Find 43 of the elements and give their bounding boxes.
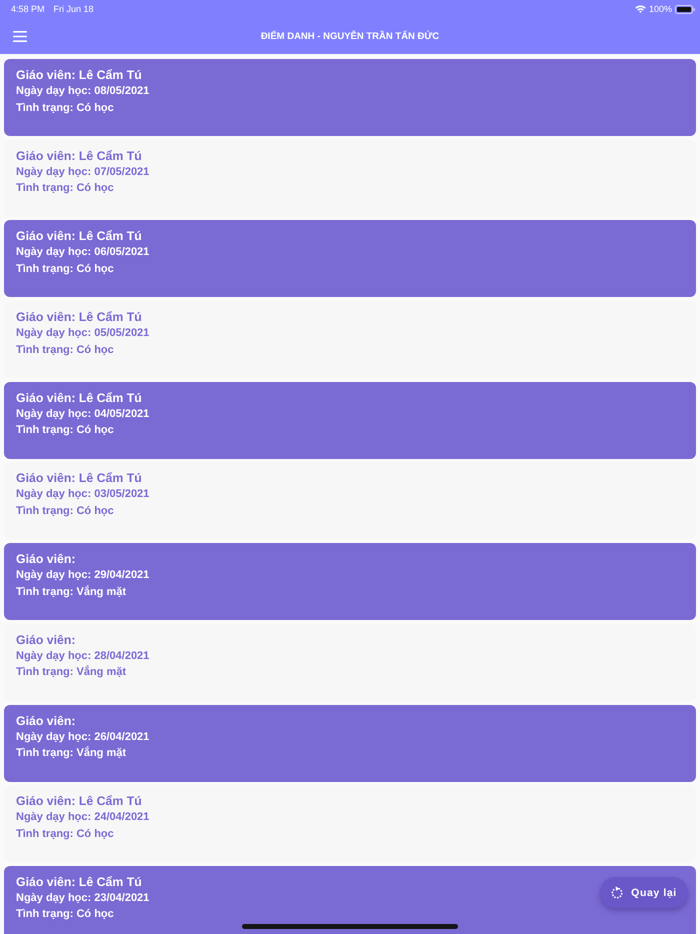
status-time: 4:58 PM	[11, 4, 45, 14]
screen-title: ĐIỂM DANH - NGUYỄN TRẦN TẤN ĐỨC	[260, 30, 440, 42]
date-text: Ngày dạy học: 26/04/2021	[16, 730, 150, 744]
wifi-icon	[634, 5, 646, 13]
status-text: Tình trạng: Có học	[16, 826, 114, 842]
date-text: Ngày dạy học: 06/05/2021	[16, 245, 150, 260]
back-button[interactable]: Quay lại	[600, 877, 688, 908]
status-text: Tình trạng: Có học	[16, 181, 114, 196]
teacher-text: Giáo viên: Lê Cẩm Tú	[16, 390, 142, 406]
status-text: Tình trạng: Vắng mặt	[16, 745, 126, 761]
rotate-arrow-icon	[611, 886, 624, 899]
status-text: Tình trạng: Có học	[16, 342, 114, 358]
date-text: Ngày dạy học: 29/04/2021	[16, 568, 150, 584]
teacher-text: Giáo viên:	[16, 712, 76, 728]
status-text: Tình trạng: Có học	[16, 423, 114, 438]
battery-icon	[675, 4, 695, 14]
teacher-text: Giáo viên:	[16, 632, 76, 648]
teacher-text: Giáo viên: Lê Cẩm Tú	[16, 67, 142, 83]
date-text: Ngày dạy học: 08/05/2021	[16, 84, 150, 99]
menu-icon	[13, 30, 27, 42]
battery-percent: 100%	[648, 4, 672, 14]
teacher-text: Giáo viên: Lê Cẩm Tú	[16, 148, 142, 164]
date-text: Ngày dạy học: 24/04/2021	[16, 810, 150, 826]
teacher-text: Giáo viên: Lê Cẩm Tú	[16, 470, 142, 486]
status-text: Tình trạng: Có học	[16, 262, 114, 277]
date-text: Ngày dạy học: 04/05/2021	[16, 406, 150, 422]
status-date: Fri Jun 18	[54, 4, 94, 14]
date-text: Ngày dạy học: 05/05/2021	[16, 326, 150, 342]
teacher-text: Giáo viên: Lê Cẩm Tú	[16, 309, 142, 326]
status-text: Tình trạng: Có học	[16, 504, 114, 519]
teacher-text: Giáo viên:	[16, 551, 76, 568]
status-text: Tình trạng: Vắng mặt	[16, 664, 126, 680]
teacher-text: Giáo viên: Lê Cẩm Tú	[16, 874, 142, 890]
date-text: Ngày dạy học: 23/04/2021	[16, 890, 150, 906]
date-text: Ngày dạy học: 03/05/2021	[16, 487, 150, 502]
date-text: Ngày dạy học: 28/04/2021	[16, 648, 150, 664]
menu-button[interactable]	[13, 30, 27, 42]
status-text: Tình trạng: Vắng mặt	[16, 584, 126, 600]
teacher-text: Giáo viên: Lê Cẩm Tú	[16, 793, 142, 810]
status-text: Tình trạng: Có học	[16, 907, 114, 922]
status-text: Tình trạng: Có học	[16, 100, 114, 116]
teacher-text: Giáo viên: Lê Cẩm Tú	[16, 228, 142, 244]
date-text: Ngày dạy học: 07/05/2021	[16, 164, 150, 180]
